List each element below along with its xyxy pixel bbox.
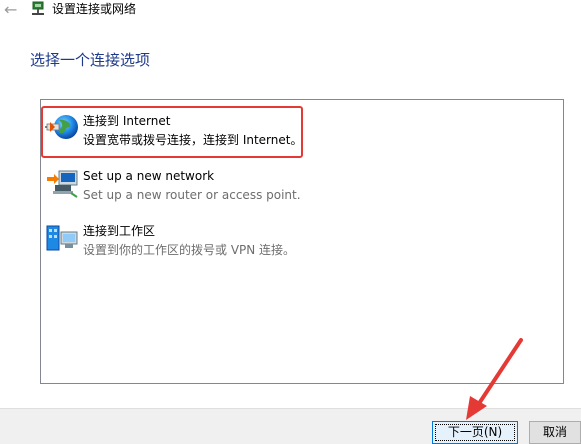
window-title: 设置连接或网络	[52, 2, 137, 16]
title-bar: ← 设置连接或网络	[0, 0, 581, 24]
option-title: 连接到 Internet	[83, 114, 171, 128]
back-arrow-icon[interactable]: ←	[4, 1, 17, 19]
option-connect-internet[interactable]: 连接到 Internet 设置宽带或拨号连接，连接到 Internet。	[45, 110, 445, 156]
connection-options-list[interactable]: 连接到 Internet 设置宽带或拨号连接，连接到 Internet。 Set…	[40, 99, 564, 384]
option-connect-workplace[interactable]: 连接到工作区 设置到你的工作区的拨号或 VPN 连接。	[45, 220, 445, 266]
option-title: Set up a new network	[83, 169, 215, 183]
globe-network-icon	[45, 115, 78, 139]
new-network-router-icon	[47, 170, 78, 198]
page-heading: 选择一个连接选项	[30, 51, 151, 69]
option-new-network[interactable]: Set up a new network Set up a new router…	[45, 165, 445, 211]
network-setup-icon	[32, 1, 44, 15]
option-title: 连接到工作区	[83, 224, 156, 238]
option-description: 设置宽带或拨号连接，连接到 Internet。	[83, 133, 303, 147]
option-description: Set up a new router or access point.	[83, 188, 301, 202]
workplace-vpn-icon	[46, 225, 78, 251]
next-button[interactable]: 下一页(N)	[432, 421, 518, 444]
cancel-button[interactable]: 取消	[529, 421, 581, 444]
option-description: 设置到你的工作区的拨号或 VPN 连接。	[83, 243, 296, 257]
